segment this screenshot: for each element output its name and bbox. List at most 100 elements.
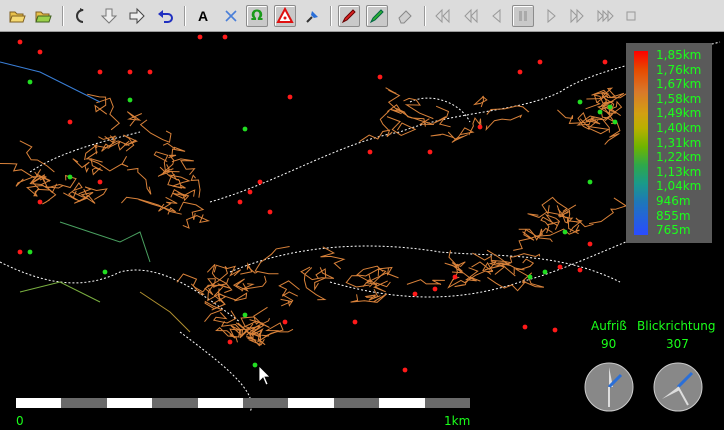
station-marker-red[interactable] [452, 274, 458, 280]
station-marker-green[interactable] [562, 229, 568, 235]
step-forward-button[interactable] [540, 5, 562, 27]
station-marker-green[interactable] [252, 362, 258, 368]
station-marker-red[interactable] [427, 149, 433, 155]
survey-track [204, 300, 224, 323]
station-marker-red[interactable] [282, 319, 288, 325]
station-marker-red[interactable] [37, 49, 43, 55]
station-marker-red[interactable] [377, 74, 383, 80]
scale-segment [333, 398, 380, 408]
station-marker-red[interactable] [247, 189, 253, 195]
station-marker-red[interactable] [17, 249, 23, 255]
station-marker-red[interactable] [222, 34, 228, 40]
station-marker-green[interactable] [242, 126, 248, 132]
station-marker-red[interactable] [17, 39, 23, 45]
station-marker-green[interactable] [127, 97, 133, 103]
survey-track [84, 135, 116, 161]
station-marker-green[interactable] [67, 174, 73, 180]
survey-track [241, 275, 267, 290]
survey-track [138, 199, 176, 215]
x-icon [225, 10, 237, 22]
station-marker-red[interactable] [577, 267, 583, 273]
station-marker-green[interactable] [27, 79, 33, 85]
station-marker-green[interactable] [597, 109, 603, 115]
station-marker-red[interactable] [267, 209, 273, 215]
survey-track [84, 143, 103, 163]
pause-button[interactable] [512, 5, 534, 27]
open-folder-green-button[interactable] [32, 5, 54, 27]
eraser-button[interactable] [394, 5, 416, 27]
station-marker-red[interactable] [257, 179, 263, 185]
station-marker-red[interactable] [537, 59, 543, 65]
pin-button[interactable] [302, 5, 324, 27]
station-marker-red[interactable] [602, 59, 608, 65]
skip-forward-fast-button[interactable] [594, 5, 616, 27]
undo-button[interactable] [154, 5, 176, 27]
station-marker-red[interactable] [97, 69, 103, 75]
arrow-right-button[interactable] [126, 5, 148, 27]
station-marker-red[interactable] [522, 324, 528, 330]
station-marker-red[interactable] [517, 69, 523, 75]
survey-track [213, 264, 242, 277]
station-marker-green[interactable] [607, 104, 613, 110]
survey-track [558, 204, 577, 224]
station-marker-green[interactable] [612, 119, 618, 125]
station-marker-red[interactable] [197, 34, 203, 40]
station-marker-green[interactable] [527, 274, 533, 280]
legend-label: 946m [656, 194, 691, 208]
skip-back-fast-button[interactable] [432, 5, 454, 27]
station-marker-red[interactable] [227, 339, 233, 345]
survey-track [126, 111, 143, 127]
survey-track [433, 105, 451, 128]
station-marker-red[interactable] [67, 119, 73, 125]
station-marker-red[interactable] [412, 291, 418, 297]
station-marker-green[interactable] [242, 312, 248, 318]
view-direction-compass[interactable] [652, 361, 704, 413]
text-label-button[interactable]: A [192, 5, 214, 27]
skip-forward-button[interactable] [566, 5, 588, 27]
omega-button[interactable]: Ω [246, 5, 268, 27]
station-marker-red[interactable] [287, 94, 293, 100]
survey-track [541, 196, 568, 216]
step-back-button[interactable] [486, 5, 508, 27]
station-marker-green[interactable] [542, 269, 548, 275]
survey-track [0, 163, 42, 179]
survey-track [139, 119, 172, 143]
open-folder-button[interactable] [6, 5, 28, 27]
rotate-left-button[interactable] [70, 5, 92, 27]
elevation-angle-compass[interactable] [583, 361, 635, 413]
scale-end-label: 1km [444, 414, 471, 428]
scale-segment [106, 398, 153, 408]
warning-button[interactable] [274, 5, 296, 27]
skip-back-button[interactable] [460, 5, 482, 27]
survey-track [63, 182, 83, 201]
station-marker-red[interactable] [587, 241, 593, 247]
scale-segment [197, 398, 243, 408]
station-marker-green[interactable] [102, 269, 108, 275]
pen-green-button[interactable] [366, 5, 388, 27]
survey-track [604, 122, 621, 145]
station-marker-red[interactable] [127, 69, 133, 75]
survey-track [72, 158, 90, 174]
arrow-down-button[interactable] [98, 5, 120, 27]
station-marker-red[interactable] [97, 179, 103, 185]
station-marker-red[interactable] [552, 327, 558, 333]
station-marker-red[interactable] [37, 199, 43, 205]
station-marker-red[interactable] [147, 69, 153, 75]
station-markers [17, 34, 618, 373]
station-marker-red[interactable] [402, 367, 408, 373]
close-x-button[interactable] [220, 5, 242, 27]
station-marker-red[interactable] [237, 199, 243, 205]
pen-red-button[interactable] [338, 5, 360, 27]
station-marker-green[interactable] [27, 249, 33, 255]
station-marker-green[interactable] [577, 99, 583, 105]
legend-label: 1,40km [656, 121, 702, 135]
station-marker-red[interactable] [352, 319, 358, 325]
station-marker-green[interactable] [587, 179, 593, 185]
stop-button[interactable] [620, 5, 642, 27]
legend-label: 1,76km [656, 62, 702, 77]
survey-track [123, 134, 138, 152]
station-marker-red[interactable] [477, 124, 483, 130]
station-marker-red[interactable] [432, 286, 438, 292]
station-marker-red[interactable] [557, 264, 563, 270]
station-marker-red[interactable] [367, 149, 373, 155]
